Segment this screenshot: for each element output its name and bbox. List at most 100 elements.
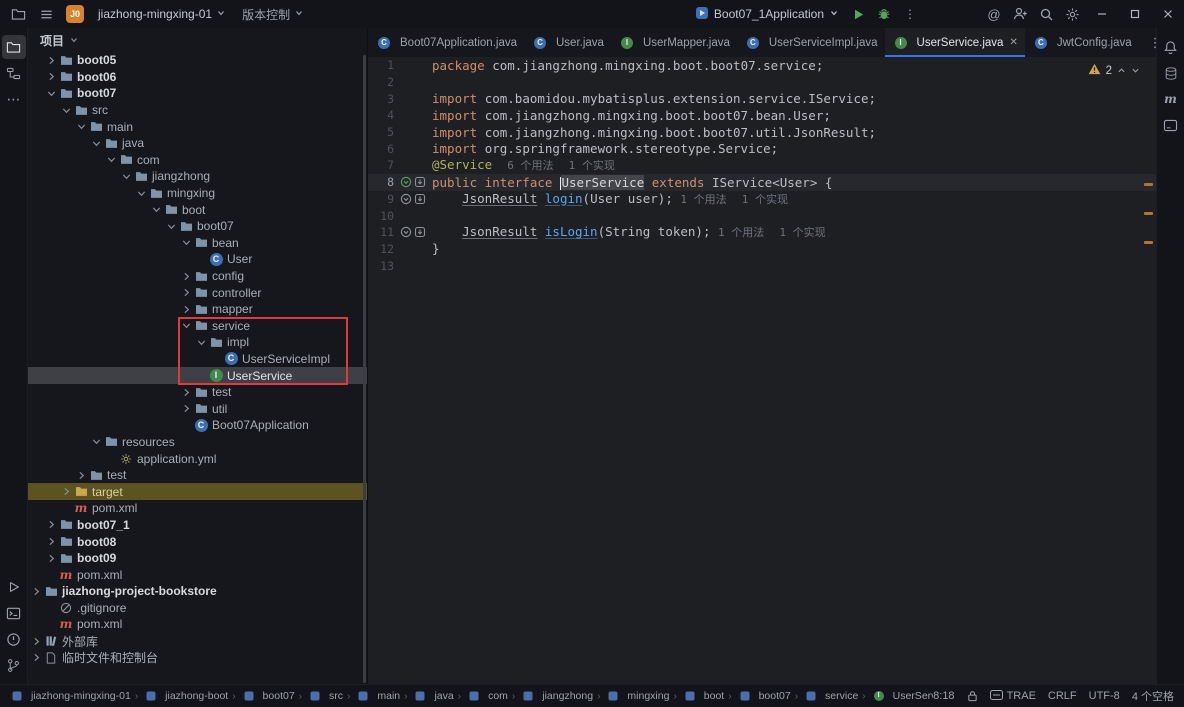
encoding-indicator[interactable]: UTF-8 bbox=[1089, 690, 1120, 702]
implemented-icon[interactable] bbox=[400, 176, 412, 188]
tree-item[interactable]: impl bbox=[28, 334, 367, 351]
tree-item[interactable]: main bbox=[28, 118, 367, 135]
chevron-right-icon[interactable] bbox=[30, 652, 42, 664]
chevron-down-icon[interactable] bbox=[150, 204, 162, 216]
chevron-down-icon[interactable] bbox=[90, 436, 102, 448]
tree-item[interactable]: .gitignore bbox=[28, 600, 367, 617]
more-icon[interactable]: ⋯ bbox=[2, 87, 26, 111]
tree-item[interactable]: 临时文件和控制台 bbox=[28, 649, 367, 666]
run-icon[interactable] bbox=[2, 575, 26, 599]
breadcrumb-item[interactable]: boot07 bbox=[736, 690, 791, 702]
tree-item[interactable]: boot08 bbox=[28, 533, 367, 550]
tree-item[interactable]: jiazhong-project-bookstore bbox=[28, 583, 367, 600]
breadcrumb-item[interactable]: src bbox=[306, 690, 343, 702]
tree-item[interactable]: CBoot07Application bbox=[28, 417, 367, 434]
chevron-right-icon[interactable] bbox=[180, 270, 192, 282]
tree-item[interactable]: boot05 bbox=[28, 52, 367, 69]
tree-item[interactable]: resources bbox=[28, 434, 367, 451]
tree-item[interactable]: test bbox=[28, 467, 367, 484]
code-line[interactable]: 9 JsonResult login(User user); 1 个用法 1 个… bbox=[368, 191, 1156, 208]
more-actions-icon[interactable]: ⋮ bbox=[897, 3, 923, 25]
code-line[interactable]: 6import org.springframework.stereotype.S… bbox=[368, 140, 1156, 157]
code-line[interactable]: 4import com.jiangzhong.mingxing.boot.boo… bbox=[368, 107, 1156, 124]
close-tab-icon[interactable]: ✕ bbox=[1009, 37, 1017, 48]
notifications-bell-icon[interactable] bbox=[1159, 35, 1183, 59]
tree-item[interactable]: target bbox=[28, 483, 367, 500]
chevron-right-icon[interactable] bbox=[45, 71, 57, 83]
chevron-right-icon[interactable] bbox=[180, 386, 192, 398]
project-avatar[interactable]: J0 bbox=[66, 5, 84, 23]
chevron-right-icon[interactable] bbox=[30, 585, 42, 597]
code-line[interactable]: 2 bbox=[368, 74, 1156, 91]
tree-item[interactable]: boot07_1 bbox=[28, 517, 367, 534]
run-button[interactable] bbox=[845, 3, 871, 25]
chevron-down-icon[interactable] bbox=[120, 170, 132, 182]
implemented-icon[interactable] bbox=[400, 226, 412, 238]
project-panel-header[interactable]: 项目 bbox=[28, 28, 367, 52]
tree-item[interactable]: CUserServiceImpl bbox=[28, 351, 367, 368]
debug-button[interactable] bbox=[871, 3, 897, 25]
chevron-right-icon[interactable] bbox=[180, 287, 192, 299]
code-line[interactable]: 5import com.jiangzhong.mingxing.boot.boo… bbox=[368, 124, 1156, 141]
tree-item[interactable]: java bbox=[28, 135, 367, 152]
tree-item[interactable]: boot bbox=[28, 201, 367, 218]
breadcrumb-item[interactable]: jiazhong-mingxing-01 bbox=[8, 690, 131, 702]
project-scrollbar[interactable] bbox=[363, 55, 366, 683]
tree-item[interactable]: boot09 bbox=[28, 550, 367, 567]
chevron-down-icon[interactable] bbox=[105, 154, 117, 166]
tree-item[interactable]: mpom.xml bbox=[28, 616, 367, 633]
chevron-right-icon[interactable] bbox=[45, 552, 57, 564]
editor-tab[interactable]: CUser.java bbox=[524, 28, 611, 57]
chevron-down-icon[interactable] bbox=[165, 220, 177, 232]
tree-item[interactable]: mapper bbox=[28, 301, 367, 318]
tree-item[interactable]: util bbox=[28, 400, 367, 417]
tree-item[interactable]: mingxing bbox=[28, 185, 367, 202]
lock-icon[interactable] bbox=[967, 690, 978, 702]
code-line[interactable]: 1package com.jiangzhong.mingxing.boot.bo… bbox=[368, 57, 1156, 74]
code-line[interactable]: 11 JsonResult isLogin(String token); 1 个… bbox=[368, 224, 1156, 241]
search-icon[interactable] bbox=[1033, 3, 1059, 25]
maximize-button[interactable] bbox=[1118, 0, 1151, 28]
implemented-icon[interactable] bbox=[400, 193, 412, 205]
tree-item[interactable]: service bbox=[28, 318, 367, 335]
caret-position[interactable]: 8:18 bbox=[933, 690, 954, 702]
editor-tab[interactable]: IUserMapper.java bbox=[611, 28, 737, 57]
tree-item[interactable]: test bbox=[28, 384, 367, 401]
chevron-down-icon[interactable] bbox=[195, 336, 207, 348]
ide-badge[interactable]: TRAE bbox=[990, 690, 1036, 703]
tree-item[interactable]: boot06 bbox=[28, 69, 367, 86]
chevron-down-icon[interactable] bbox=[135, 187, 147, 199]
breadcrumb-item[interactable]: boot bbox=[681, 690, 724, 702]
implementations-icon[interactable] bbox=[414, 226, 426, 238]
database-icon[interactable] bbox=[1159, 61, 1183, 85]
terminal-icon[interactable] bbox=[2, 601, 26, 625]
editor-tab[interactable]: CUserServiceImpl.java bbox=[737, 28, 885, 57]
chevron-right-icon[interactable] bbox=[60, 486, 72, 498]
project-folder-icon[interactable] bbox=[2, 35, 26, 59]
implementations-icon[interactable] bbox=[414, 193, 426, 205]
app-folder-icon[interactable] bbox=[6, 3, 30, 25]
console-icon[interactable] bbox=[1159, 113, 1183, 137]
editor-tab[interactable]: CJwtConfig.java bbox=[1025, 28, 1139, 57]
chevron-down-icon[interactable] bbox=[90, 137, 102, 149]
settings-gear-icon[interactable] bbox=[1059, 3, 1085, 25]
code-line[interactable]: 12} bbox=[368, 241, 1156, 258]
chevron-right-icon[interactable] bbox=[30, 635, 42, 647]
tree-item[interactable]: controller bbox=[28, 284, 367, 301]
maven-icon[interactable]: m bbox=[1159, 87, 1183, 111]
warning-stripe-mark[interactable] bbox=[1144, 212, 1153, 215]
tab-options-icon[interactable]: ⋮ bbox=[1139, 28, 1156, 57]
minimize-button[interactable] bbox=[1085, 0, 1118, 28]
main-menu-icon[interactable] bbox=[34, 3, 58, 25]
breadcrumb-item[interactable]: jiazhong-boot bbox=[142, 690, 228, 702]
breadcrumb-item[interactable]: service bbox=[802, 690, 858, 702]
chevron-right-icon[interactable] bbox=[180, 303, 192, 315]
breadcrumb-item[interactable]: main bbox=[354, 690, 400, 702]
breadcrumb-item[interactable]: mingxing bbox=[604, 690, 669, 702]
tree-item[interactable]: 外部库 bbox=[28, 633, 367, 650]
tree-item[interactable]: com bbox=[28, 152, 367, 169]
breadcrumb-item[interactable]: com bbox=[465, 690, 508, 702]
tree-item[interactable]: bean bbox=[28, 235, 367, 252]
ai-mention-icon[interactable]: @ bbox=[981, 3, 1007, 25]
tree-item[interactable]: boot07 bbox=[28, 218, 367, 235]
